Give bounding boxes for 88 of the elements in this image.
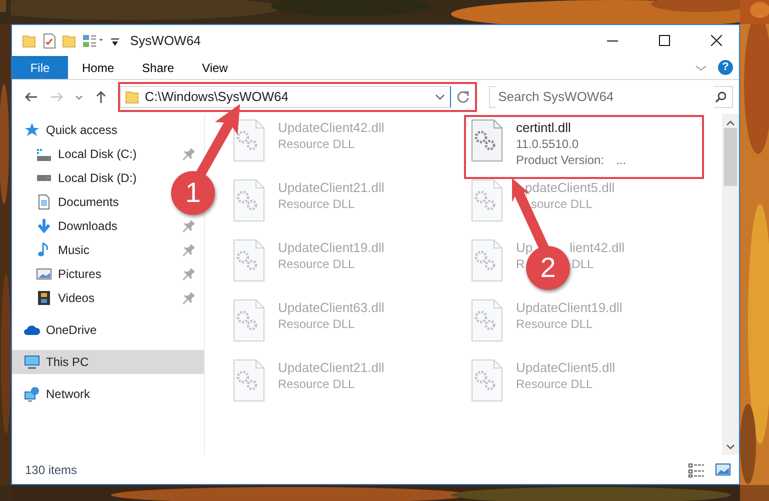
help-button[interactable]: ? — [718, 60, 733, 75]
file-detail: source DLL — [531, 196, 592, 212]
maximize-icon — [658, 35, 670, 46]
pin-icon — [182, 243, 196, 257]
file-icon[interactable] — [232, 239, 266, 282]
file-detail: Resource DLL — [278, 316, 355, 332]
ribbon-tab[interactable]: View — [188, 56, 242, 79]
film-icon — [36, 290, 52, 306]
drive-icon — [36, 175, 52, 181]
pin-icon — [182, 147, 196, 161]
pin-icon — [182, 267, 196, 281]
file-name: UpdateClient63.dll — [278, 299, 384, 316]
file-detail: Resource DLL — [278, 196, 355, 212]
file-name: UpdateClient21.dll — [278, 359, 384, 376]
file-detail: Resource DLL — [516, 376, 593, 392]
sidebar-item[interactable]: Local Disk (C:) — [12, 142, 204, 166]
file-detail: 11.0.5510.0 — [516, 136, 579, 152]
details-view-icon[interactable] — [688, 462, 705, 478]
file-name: Up — [516, 239, 533, 256]
customize-toolbar-icon[interactable] — [82, 32, 104, 48]
refresh-icon — [456, 90, 470, 104]
sidebar-item[interactable]: OneDrive — [12, 318, 105, 342]
sidebar-item[interactable]: Downloads — [12, 214, 204, 238]
forward-arrow-icon — [50, 90, 64, 104]
file-name: UpdateClient19.dll — [278, 239, 384, 256]
scroll-up-icon[interactable] — [726, 120, 735, 126]
up-arrow-icon — [94, 90, 108, 104]
sidebar-item[interactable]: Videos — [12, 286, 204, 310]
address-field[interactable]: C:\Windows\SysWOW64 — [120, 86, 452, 108]
document-icon — [36, 194, 52, 210]
scrollbar[interactable] — [722, 114, 739, 455]
sidebar-item[interactable]: Quick access — [12, 118, 126, 142]
file-detail: DLL — [572, 256, 594, 272]
file-name: UpdateClient5.dll — [516, 359, 616, 376]
folder-icon[interactable] — [22, 32, 36, 48]
file-menu-button[interactable]: File — [12, 56, 68, 79]
sidebar-item[interactable]: This PC — [12, 350, 204, 374]
scroll-thumb[interactable] — [724, 128, 737, 186]
sidebar-item[interactable]: Local Disk (D:) — [12, 166, 145, 190]
new-folder-icon[interactable] — [62, 32, 76, 48]
file-detail: ... — [616, 152, 626, 168]
file-name: lient42.dll — [570, 239, 625, 256]
computer-icon — [24, 354, 40, 370]
large-icons-view-icon[interactable] — [715, 462, 731, 477]
properties-icon[interactable] — [42, 32, 56, 48]
ribbon-tab[interactable]: Share — [128, 56, 188, 79]
network-icon — [24, 386, 40, 402]
close-icon — [710, 35, 722, 46]
item-count: 130 items — [25, 462, 78, 478]
file-icon[interactable] — [232, 179, 266, 222]
folder-icon — [124, 89, 139, 105]
ribbon-tab[interactable]: Home — [68, 56, 128, 79]
file-icon[interactable] — [232, 299, 266, 342]
file-name: UpdateClient19.dll — [516, 299, 622, 316]
window-title: SysWOW64 — [130, 32, 201, 50]
search-field[interactable]: Search SysWOW64 — [489, 86, 734, 108]
sidebar-item[interactable]: Documents — [12, 190, 127, 214]
search-icon[interactable] — [714, 91, 726, 103]
file-icon[interactable] — [232, 359, 266, 402]
pin-icon — [182, 291, 196, 305]
star-icon — [24, 122, 40, 138]
file-detail: Resource DLL — [516, 316, 593, 332]
file-detail: Product Version: — [516, 152, 604, 168]
pictures-icon — [36, 266, 52, 282]
sidebar-item[interactable]: Pictures — [12, 262, 204, 286]
sidebar-item[interactable]: Network — [12, 382, 98, 406]
back-arrow-icon — [24, 90, 38, 104]
file-name: UpdateClient21.dll — [278, 179, 384, 196]
drive-icon — [36, 148, 52, 160]
scroll-down-icon[interactable] — [726, 444, 735, 450]
download-icon — [36, 218, 52, 234]
file-detail: Resource DLL — [278, 376, 355, 392]
file-name: pdateClient5.dll — [525, 179, 615, 196]
file-detail: Resource DLL — [278, 256, 355, 272]
file-icon[interactable] — [470, 239, 504, 282]
file-detail: Resource DLL — [278, 136, 355, 152]
file-icon[interactable] — [232, 119, 266, 162]
sidebar-item[interactable]: Music — [12, 238, 204, 262]
file-icon[interactable] — [470, 179, 504, 222]
folder-path: C:\Windows\SysWOW64 — [144, 88, 290, 106]
file-icon[interactable] — [470, 299, 504, 342]
file-name: UpdateClient42.dll — [278, 119, 384, 136]
file-icon[interactable] — [470, 119, 504, 162]
pin-icon — [182, 219, 196, 233]
file-detail: R — [516, 256, 525, 272]
minimize-icon — [606, 40, 618, 42]
file-name: certintl.dll — [516, 119, 571, 136]
file-icon[interactable] — [470, 359, 504, 402]
